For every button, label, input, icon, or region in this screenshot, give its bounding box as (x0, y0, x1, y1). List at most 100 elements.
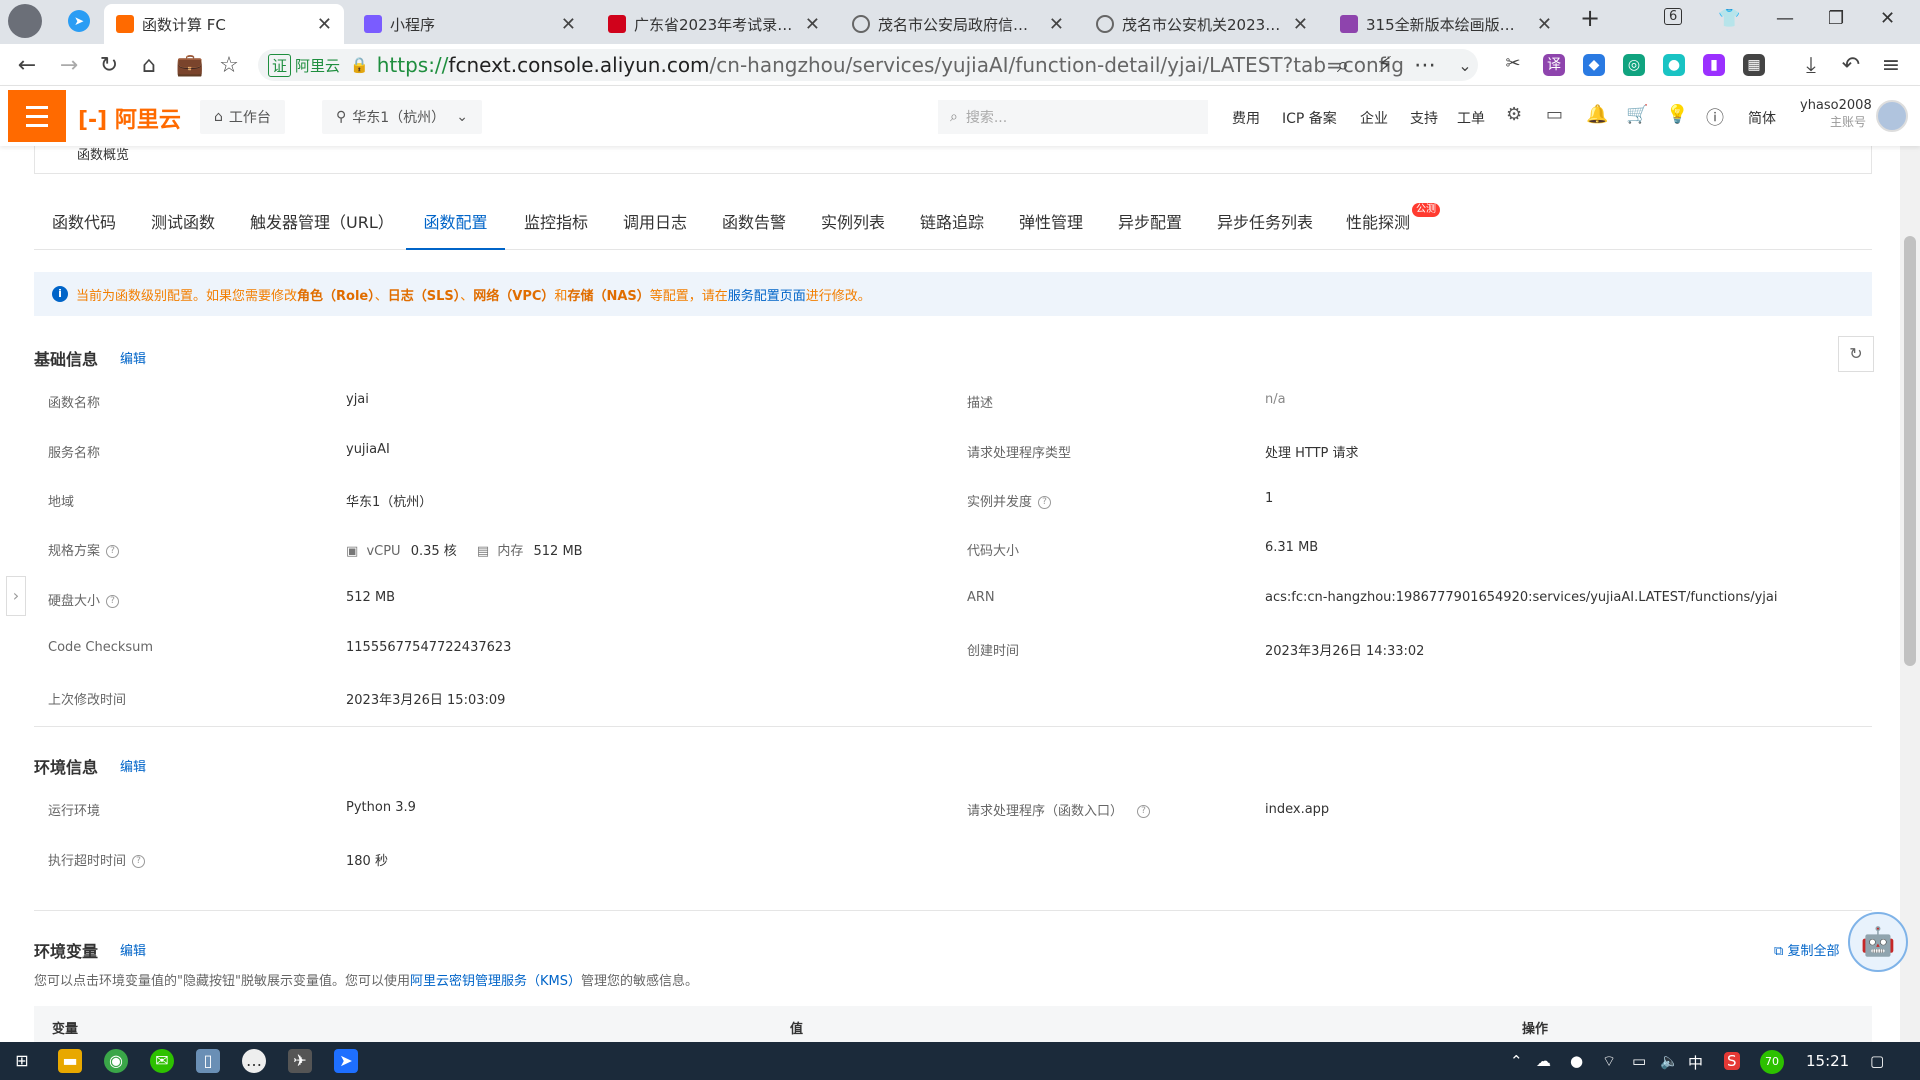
kms-link[interactable]: 阿里云密钥管理服务（KMS） (410, 974, 581, 989)
restore-icon[interactable]: ❐ (1828, 8, 1844, 29)
tray-app-icon[interactable]: ● (1570, 1052, 1583, 1070)
shirt-icon[interactable]: 👕 (1718, 8, 1740, 29)
briefcase-icon[interactable]: 💼 (176, 53, 203, 78)
copy-all-button[interactable]: ⧉ 复制全部 (1774, 940, 1839, 959)
chat-bubble-icon[interactable]: … (242, 1049, 266, 1073)
close-window-icon[interactable]: ✕ (1880, 8, 1895, 29)
close-tab-icon[interactable]: ✕ (1049, 14, 1064, 35)
zoom-search-icon[interactable]: ⌕ (1330, 53, 1356, 78)
workbench-button[interactable]: ⌂ 工作台 (200, 100, 285, 134)
user-menu[interactable]: yhaso2008 主账号 (1800, 98, 1872, 130)
clock[interactable]: 15:21 (1806, 1052, 1849, 1070)
browser-profile-icon[interactable] (8, 4, 42, 38)
home-icon[interactable]: ⌂ (136, 53, 162, 78)
battery-icon[interactable]: ▭ (1632, 1052, 1646, 1070)
close-tab-icon[interactable]: ✕ (317, 14, 332, 35)
breadcrumb[interactable]: 函数概览 (34, 146, 1872, 174)
purple-ext-icon[interactable]: ▮ (1703, 54, 1725, 76)
scissors-icon[interactable]: ✂ (1500, 53, 1526, 74)
service-config-link[interactable]: 服务配置页面 (728, 289, 806, 304)
browser-tab-police-info[interactable]: 茂名市公安局政府信息公 ✕ (840, 4, 1076, 44)
menu-icon[interactable]: ≡ (1878, 53, 1904, 78)
minimize-icon[interactable]: — (1776, 8, 1794, 29)
terminal-icon[interactable]: ▭ (1546, 104, 1563, 125)
openai-ext-icon[interactable]: ◎ (1623, 54, 1645, 76)
search-input[interactable]: ⌕ 搜索... (938, 100, 1208, 134)
env-info-edit-link[interactable]: 编辑 (120, 756, 146, 775)
browser-tab-police-2023[interactable]: 茂名市公安机关2023年招 ✕ (1084, 4, 1320, 44)
tab-count-badge[interactable]: 6 (1664, 8, 1683, 25)
help-icon[interactable]: ? (132, 855, 146, 868)
more-icon[interactable]: ⋯ (1412, 53, 1438, 78)
download-icon[interactable]: ⤓ (1798, 53, 1824, 78)
nav-link-icp[interactable]: ICP 备案 (1282, 108, 1337, 128)
assistant-robot-icon[interactable]: 🤖 (1848, 912, 1908, 972)
cart-icon[interactable]: 🛒 (1626, 104, 1648, 125)
file-explorer-icon[interactable]: ▬ (58, 1049, 82, 1073)
tab-elastic[interactable]: 弹性管理 (1019, 206, 1083, 250)
env-vars-edit-link[interactable]: 编辑 (120, 940, 146, 959)
bell-icon[interactable]: 🔔 (1586, 104, 1608, 125)
tab-logs[interactable]: 调用日志 (623, 206, 687, 250)
apps-grid-icon[interactable]: ▦ (1743, 54, 1765, 76)
browser-tab-miniprogram[interactable]: 小程序 ✕ (352, 4, 588, 44)
onedrive-icon[interactable]: ☁ (1536, 1052, 1551, 1070)
refresh-icon[interactable]: ↻ (1838, 336, 1874, 372)
tab-performance[interactable]: 性能探测 公测 (1346, 203, 1441, 250)
browser-tab-exam[interactable]: 广东省2023年考试录用公 ✕ (596, 4, 832, 44)
nav-link-support[interactable]: 支持 (1410, 108, 1438, 128)
security-badge-icon[interactable]: 70 (1760, 1050, 1784, 1074)
notebook-icon[interactable]: ▯ (196, 1049, 220, 1073)
tab-triggers[interactable]: 触发器管理（URL） (250, 206, 394, 250)
feishu-icon[interactable]: ➤ (334, 1049, 358, 1073)
basic-info-edit-link[interactable]: 编辑 (120, 348, 146, 367)
new-tab-icon[interactable]: + (1580, 4, 1600, 32)
tab-async-config[interactable]: 异步配置 (1118, 206, 1182, 250)
tab-metrics[interactable]: 监控指标 (524, 206, 588, 250)
tab-alerts[interactable]: 函数告警 (722, 206, 786, 250)
tray-expand-icon[interactable]: ⌃ (1510, 1052, 1523, 1070)
tab-test[interactable]: 测试函数 (151, 206, 215, 250)
windows-start-icon[interactable]: ⊞ (10, 1049, 34, 1073)
translate-ext-icon[interactable]: 译 (1543, 54, 1565, 76)
region-selector[interactable]: ⚲ 华东1（杭州） ⌄ (322, 100, 482, 134)
robot-service-icon[interactable]: ⚙ (1506, 104, 1522, 125)
scrollbar-thumb[interactable] (1904, 236, 1916, 666)
tool-icon[interactable]: ✈ (288, 1049, 312, 1073)
volume-icon[interactable]: 🔈 (1660, 1052, 1679, 1070)
hamburger-menu-icon[interactable] (8, 90, 66, 142)
reload-icon[interactable]: ↻ (96, 53, 122, 78)
aliyun-logo[interactable]: [-] 阿里云 (78, 102, 181, 134)
telegram-icon[interactable]: ➤ (68, 10, 90, 32)
ime-indicator[interactable]: 中 (1688, 1052, 1703, 1073)
close-tab-icon[interactable]: ✕ (1537, 14, 1552, 35)
chat-ext-icon[interactable]: ● (1663, 54, 1685, 76)
help-icon[interactable]: ⓘ (1706, 104, 1724, 130)
chevron-down-icon[interactable]: ⌄ (1452, 56, 1478, 75)
help-icon[interactable]: ? (106, 595, 120, 608)
forward-icon[interactable]: → (56, 53, 82, 78)
tab-code[interactable]: 函数代码 (52, 206, 116, 250)
help-icon[interactable]: ? (1038, 496, 1052, 509)
tab-async-tasks[interactable]: 异步任务列表 (1217, 206, 1313, 250)
close-tab-icon[interactable]: ✕ (561, 14, 576, 35)
url-field[interactable]: 证 阿里云 🔒 https:// fcnext.console.aliyun.c… (258, 49, 1478, 81)
wechat-icon[interactable]: ✉ (150, 1049, 174, 1073)
lightbulb-icon[interactable]: 💡 (1666, 104, 1688, 125)
tab-tracing[interactable]: 链路追踪 (920, 206, 984, 250)
close-tab-icon[interactable]: ✕ (1293, 14, 1308, 35)
browser-taskbar-icon[interactable]: ◉ (104, 1049, 128, 1073)
wifi-icon[interactable]: ⌔ (1602, 1052, 1616, 1071)
favorites-icon[interactable]: ☆ (216, 53, 242, 78)
nav-link-cost[interactable]: 费用 (1232, 108, 1260, 128)
undo-icon[interactable]: ↶ (1838, 53, 1864, 78)
avatar[interactable] (1876, 100, 1908, 132)
page-scrollbar[interactable] (1900, 146, 1920, 1042)
back-icon[interactable]: ← (14, 53, 40, 78)
tab-config[interactable]: 函数配置 (406, 206, 505, 250)
notification-icon[interactable]: ▢ (1870, 1052, 1884, 1070)
shield-ext-icon[interactable]: ◆ (1583, 54, 1605, 76)
nav-link-ticket[interactable]: 工单 (1457, 108, 1485, 128)
lightning-icon[interactable]: ⚡ (1372, 53, 1398, 78)
help-icon[interactable]: ? (1137, 805, 1151, 818)
